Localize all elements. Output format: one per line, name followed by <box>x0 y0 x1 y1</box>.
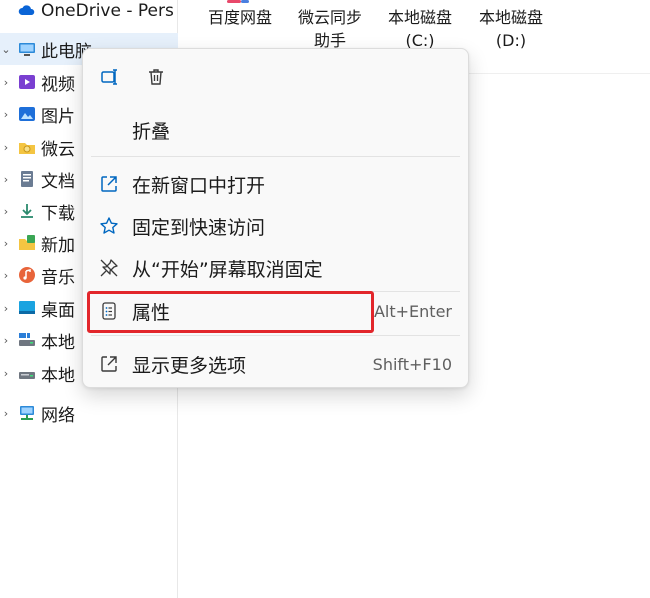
new-volume-icon <box>19 235 35 250</box>
document-icon <box>21 171 33 187</box>
tile-weiyun-sync[interactable]: 微云同步 助手 <box>285 6 375 52</box>
tile-sublabel: (D:) <box>495 31 527 50</box>
menu-item-shortcut: Alt+Enter <box>373 301 452 321</box>
nav-item-label: 视频 <box>41 74 75 95</box>
drive-icon <box>19 333 35 346</box>
chevron-right-icon[interactable]: › <box>0 302 12 315</box>
tile-local-disk-d[interactable]: 本地磁盘 (D:) <box>466 6 556 52</box>
chevron-right-icon[interactable]: › <box>0 141 12 154</box>
rename-icon <box>101 69 117 85</box>
weiyun-icon <box>19 143 35 154</box>
tile-accent-mark <box>241 0 249 3</box>
menu-item-collapse[interactable]: 折叠 <box>83 110 470 150</box>
download-icon <box>21 204 33 218</box>
open-new-window-icon <box>101 176 117 192</box>
tile-local-disk-c[interactable]: 本地磁盘 (C:) <box>375 6 465 52</box>
tile-label: 本地磁盘 <box>387 8 452 27</box>
nav-item-label: 本地 <box>41 332 75 353</box>
menu-item-open-new-window[interactable]: 在新窗口中打开 <box>83 164 470 204</box>
menu-item-label: 显示更多选项 <box>132 354 247 377</box>
chevron-right-icon[interactable]: › <box>0 407 12 420</box>
pictures-icon <box>19 107 35 121</box>
chevron-icon <box>0 5 12 17</box>
chevron-right-icon[interactable]: › <box>0 76 12 89</box>
tile-baidu-netdisk[interactable]: 百度网盘 <box>195 6 285 29</box>
tile-label: 百度网盘 <box>207 8 272 27</box>
menu-item-label: 折叠 <box>132 120 171 143</box>
chevron-down-icon[interactable]: ⌄ <box>0 43 12 56</box>
chevron-right-icon[interactable]: › <box>0 108 12 121</box>
chevron-right-icon[interactable]: › <box>0 205 12 218</box>
menu-divider <box>91 156 460 157</box>
nav-item-label: 桌面 <box>41 300 75 321</box>
nav-item-label: 网络 <box>41 405 75 426</box>
nav-item-label: 文档 <box>41 171 75 192</box>
nav-item-label: 下载 <box>41 203 75 224</box>
nav-item-label: OneDrive - Pers <box>41 1 174 21</box>
tile-label: 微云同步 <box>297 8 362 27</box>
delete-icon <box>149 69 163 85</box>
menu-item-label: 在新窗口中打开 <box>132 174 266 197</box>
menu-item-show-more-options[interactable]: 显示更多选项 Shift+F10 <box>83 344 470 384</box>
nav-item-label: 音乐 <box>41 267 75 288</box>
tile-accent-mark <box>227 0 241 3</box>
file-explorer-window: OneDrive - Pers ⌄ 此电脑 › 视频 › 图片 › 微云 › 文… <box>0 0 650 598</box>
menu-item-label: 固定到快速访问 <box>132 216 266 239</box>
chevron-right-icon[interactable]: › <box>0 173 12 186</box>
nav-item-label: 图片 <box>41 106 75 127</box>
chevron-right-icon[interactable]: › <box>0 237 12 250</box>
delete-button[interactable] <box>141 63 171 91</box>
cloud-icon <box>18 5 35 15</box>
chevron-right-icon[interactable]: › <box>0 269 12 282</box>
menu-item-pin-quick-access[interactable]: 固定到快速访问 <box>83 206 470 246</box>
tile-label: 本地磁盘 <box>478 8 543 27</box>
menu-item-unpin-start[interactable]: 从“开始”屏幕取消固定 <box>83 248 470 288</box>
star-icon <box>100 217 118 234</box>
menu-item-shortcut: Shift+F10 <box>372 354 452 374</box>
computer-icon <box>19 43 35 56</box>
context-menu: 折叠 在新窗口中打开 固定到快速访问 从“开始”屏幕取消固定 属性 Alt+En… <box>82 48 469 388</box>
nav-item-onedrive[interactable]: OneDrive - Pers <box>0 0 178 27</box>
nav-item-network[interactable]: › 网络 <box>0 397 178 429</box>
nav-item-label: 本地 <box>41 365 75 386</box>
chevron-right-icon[interactable]: › <box>0 367 12 380</box>
desktop-icon <box>19 301 35 314</box>
more-options-icon <box>101 356 117 372</box>
music-icon <box>19 267 35 283</box>
unpin-icon <box>100 259 118 277</box>
video-icon <box>19 75 35 89</box>
properties-highlight-box <box>87 291 374 333</box>
menu-divider <box>91 335 460 336</box>
drive-icon <box>19 372 35 379</box>
rename-button[interactable] <box>95 63 125 91</box>
network-icon <box>20 406 34 420</box>
menu-item-label: 从“开始”屏幕取消固定 <box>132 258 323 281</box>
chevron-right-icon[interactable]: › <box>0 334 12 347</box>
nav-item-label: 新加 <box>41 235 75 256</box>
nav-item-label: 微云 <box>41 139 75 160</box>
quick-actions-bar <box>83 49 468 105</box>
